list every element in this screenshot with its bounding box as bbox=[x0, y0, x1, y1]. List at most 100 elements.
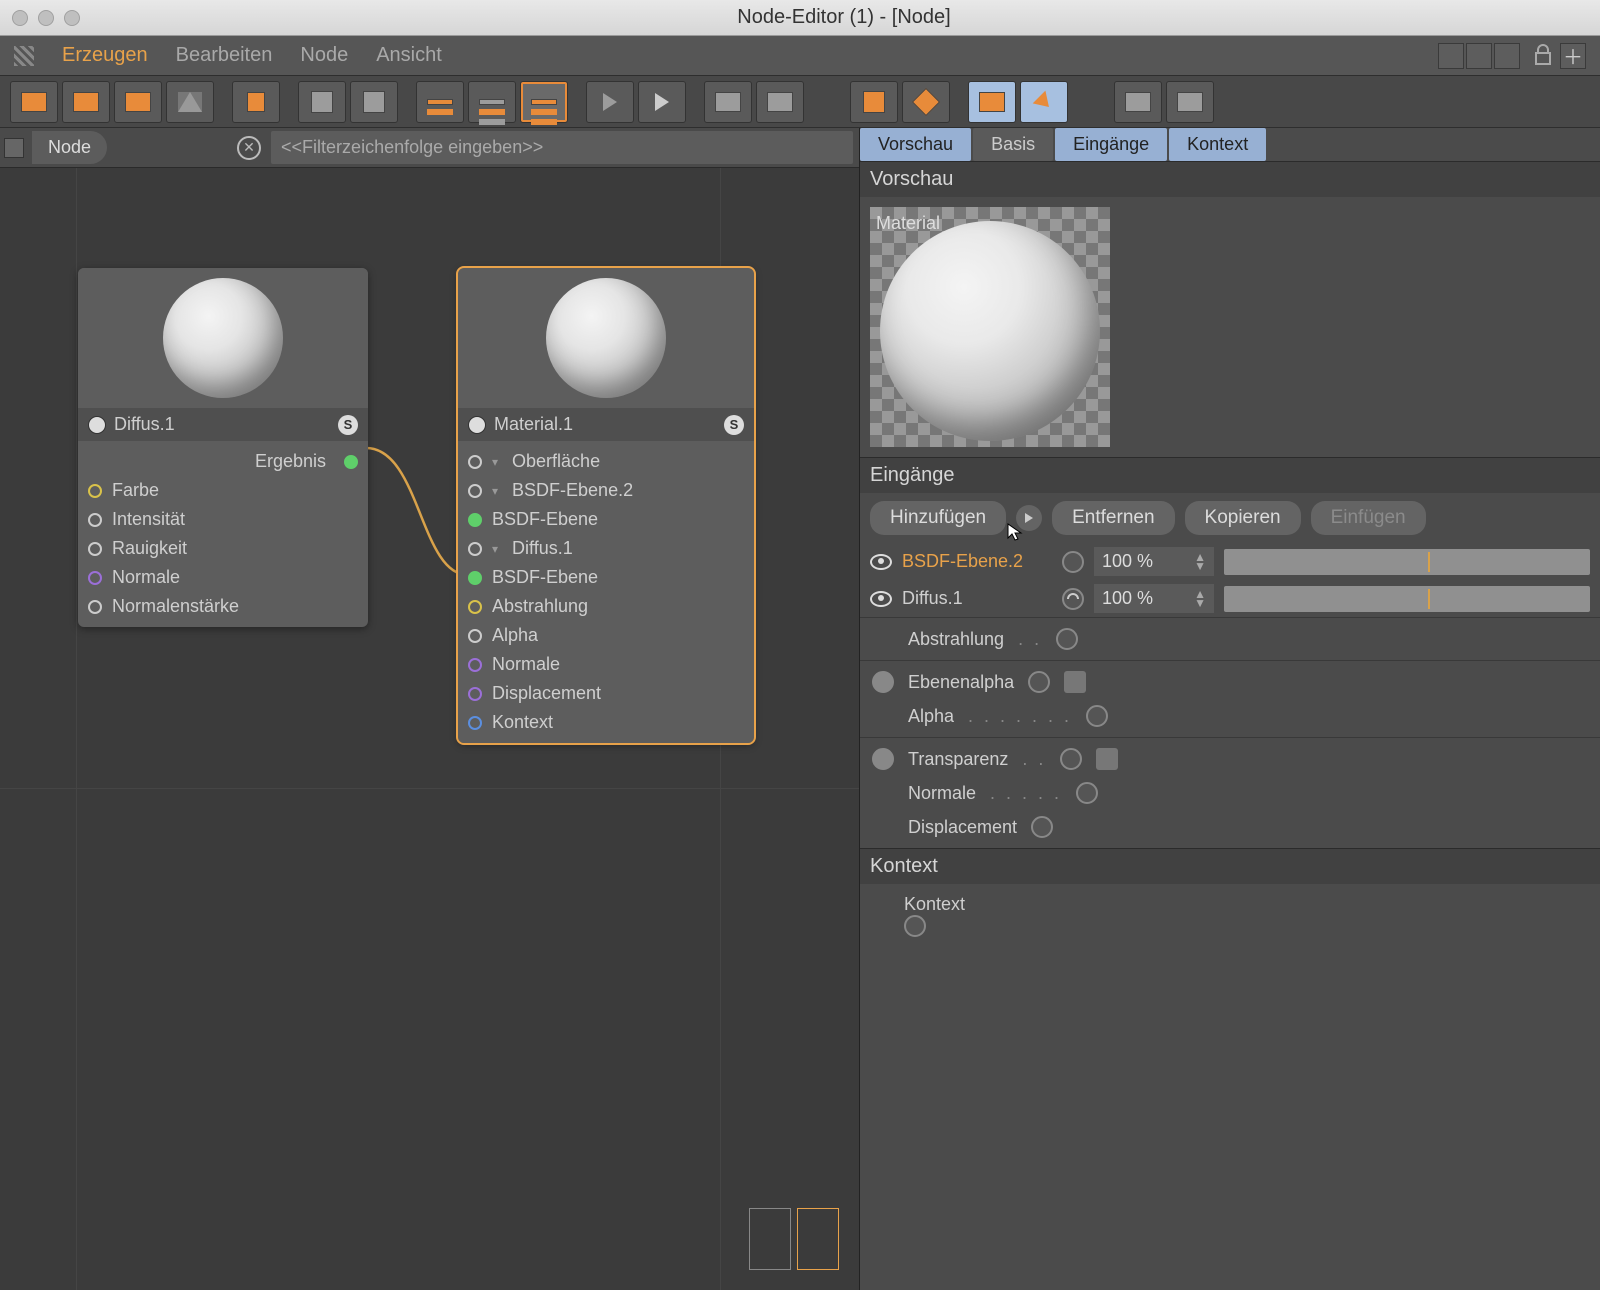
port-row[interactable]: Normale bbox=[458, 650, 754, 679]
solo-icon[interactable]: S bbox=[724, 415, 744, 435]
layout-3-icon[interactable] bbox=[1494, 43, 1520, 69]
visibility-icon[interactable] bbox=[870, 591, 892, 607]
tool-align-2-icon[interactable] bbox=[756, 81, 804, 123]
checkbox[interactable] bbox=[1096, 748, 1118, 770]
close-window-icon[interactable] bbox=[12, 10, 28, 26]
port-output[interactable]: Ergebnis bbox=[78, 447, 368, 476]
port-row[interactable]: ▾Oberfläche bbox=[458, 447, 754, 476]
percent-input[interactable]: 100 %▲▼ bbox=[1094, 584, 1214, 613]
port-rauigkeit[interactable]: Rauigkeit bbox=[78, 534, 368, 563]
lock-icon[interactable] bbox=[1532, 43, 1558, 69]
tool-nodes-b-icon[interactable] bbox=[350, 81, 398, 123]
tool-nodes-a-icon[interactable] bbox=[298, 81, 346, 123]
menu-ansicht[interactable]: Ansicht bbox=[376, 44, 442, 67]
tab-eingaenge[interactable]: Eingänge bbox=[1055, 128, 1167, 161]
node-diffus[interactable]: Diffus.1 S Ergebnis Farbe Intensität Rau… bbox=[78, 268, 368, 627]
port-row[interactable]: BSDF-Ebene bbox=[458, 505, 754, 534]
prop-normale[interactable]: Normale. . . . . bbox=[860, 776, 1600, 810]
node-canvas[interactable]: Diffus.1 S Ergebnis Farbe Intensität Rau… bbox=[0, 168, 859, 1290]
tool-3-icon[interactable] bbox=[114, 81, 162, 123]
tab-basis[interactable]: Basis bbox=[973, 128, 1053, 161]
material-preview: Material bbox=[870, 207, 1110, 447]
port-icon[interactable] bbox=[1060, 748, 1082, 770]
radio-icon[interactable] bbox=[872, 671, 894, 693]
breadcrumb[interactable]: Node bbox=[32, 131, 107, 164]
layout-1-icon[interactable] bbox=[1438, 43, 1464, 69]
slider[interactable] bbox=[1224, 586, 1590, 612]
port-normale[interactable]: Normale bbox=[78, 563, 368, 592]
port-farbe[interactable]: Farbe bbox=[78, 476, 368, 505]
port-icon[interactable] bbox=[1056, 628, 1078, 650]
port-row[interactable]: ▾BSDF-Ebene.2 bbox=[458, 476, 754, 505]
menu-erzeugen[interactable]: Erzeugen bbox=[62, 44, 148, 67]
prop-transparenz[interactable]: Transparenz. . bbox=[860, 742, 1600, 776]
tool-2-icon[interactable] bbox=[62, 81, 110, 123]
tab-vorschau[interactable]: Vorschau bbox=[860, 128, 971, 161]
port-row[interactable]: Displacement bbox=[458, 679, 754, 708]
tool-select-2-icon[interactable] bbox=[902, 81, 950, 123]
port-icon[interactable] bbox=[1076, 782, 1098, 804]
filter-input[interactable]: <<Filterzeichenfolge eingeben>> bbox=[271, 131, 853, 164]
port-row[interactable]: Alpha bbox=[458, 621, 754, 650]
prop-displacement[interactable]: Displacement bbox=[860, 810, 1600, 844]
sphere-icon bbox=[880, 221, 1100, 441]
tool-play-icon[interactable] bbox=[586, 81, 634, 123]
clear-filter-icon[interactable]: ✕ bbox=[237, 136, 261, 160]
port-icon[interactable] bbox=[904, 915, 926, 937]
remove-button[interactable]: Entfernen bbox=[1052, 501, 1174, 535]
minimap[interactable] bbox=[749, 1208, 839, 1270]
tool-flow-2-icon[interactable] bbox=[1166, 81, 1214, 123]
tool-align-1-icon[interactable] bbox=[704, 81, 752, 123]
tool-select-1-icon[interactable] bbox=[850, 81, 898, 123]
context-row[interactable]: Kontext bbox=[860, 884, 1600, 947]
prop-abstrahlung[interactable]: Abstrahlung. . bbox=[860, 622, 1600, 656]
checkbox[interactable] bbox=[1064, 671, 1086, 693]
tool-view-2-icon[interactable] bbox=[1020, 81, 1068, 123]
tool-flow-1-icon[interactable] bbox=[1114, 81, 1162, 123]
link-icon[interactable] bbox=[1062, 551, 1084, 573]
port-row[interactable]: Abstrahlung bbox=[458, 592, 754, 621]
node-type-icon bbox=[88, 416, 106, 434]
tool-list-1-icon[interactable] bbox=[416, 81, 464, 123]
port-intensitaet[interactable]: Intensität bbox=[78, 505, 368, 534]
tool-step-icon[interactable] bbox=[638, 81, 686, 123]
prop-alpha[interactable]: Alpha. . . . . . . bbox=[860, 699, 1600, 733]
tool-import-icon[interactable] bbox=[232, 81, 280, 123]
node-material[interactable]: Material.1 S ▾Oberfläche ▾BSDF-Ebene.2 B… bbox=[458, 268, 754, 743]
port-icon[interactable] bbox=[1031, 816, 1053, 838]
tool-list-3-icon[interactable] bbox=[520, 81, 568, 123]
copy-button[interactable]: Kopieren bbox=[1185, 501, 1301, 535]
tool-list-2-icon[interactable] bbox=[468, 81, 516, 123]
tool-4-icon[interactable] bbox=[166, 81, 214, 123]
link-icon[interactable] bbox=[1062, 588, 1084, 610]
add-button[interactable]: Hinzufügen bbox=[870, 501, 1006, 535]
slider[interactable] bbox=[1224, 549, 1590, 575]
input-row-diffus[interactable]: Diffus.1 100 %▲▼ bbox=[860, 580, 1600, 617]
menu-node[interactable]: Node bbox=[300, 44, 348, 67]
tab-kontext[interactable]: Kontext bbox=[1169, 128, 1266, 161]
mode-icon[interactable] bbox=[4, 138, 24, 158]
paste-button[interactable]: Einfügen bbox=[1311, 501, 1426, 535]
input-row-bsdf[interactable]: BSDF-Ebene.2 100 %▲▼ bbox=[860, 543, 1600, 580]
tool-1-icon[interactable] bbox=[10, 81, 58, 123]
port-icon[interactable] bbox=[1028, 671, 1050, 693]
solo-icon[interactable]: S bbox=[338, 415, 358, 435]
preview-label: Material bbox=[876, 213, 940, 234]
menu-bearbeiten[interactable]: Bearbeiten bbox=[176, 44, 273, 67]
port-row[interactable]: ▾Diffus.1 bbox=[458, 534, 754, 563]
port-normalenstaerke[interactable]: Normalenstärke bbox=[78, 592, 368, 621]
percent-input[interactable]: 100 %▲▼ bbox=[1094, 547, 1214, 576]
preview-box: Material bbox=[860, 197, 1600, 457]
port-row[interactable]: Kontext bbox=[458, 708, 754, 737]
port-row[interactable]: BSDF-Ebene bbox=[458, 563, 754, 592]
layout-2-icon[interactable] bbox=[1466, 43, 1492, 69]
port-icon[interactable] bbox=[1086, 705, 1108, 727]
minimize-window-icon[interactable] bbox=[38, 10, 54, 26]
radio-icon[interactable] bbox=[872, 748, 894, 770]
visibility-icon[interactable] bbox=[870, 554, 892, 570]
zoom-window-icon[interactable] bbox=[64, 10, 80, 26]
tool-view-1-icon[interactable] bbox=[968, 81, 1016, 123]
add-panel-icon[interactable]: ＋ bbox=[1560, 43, 1586, 69]
node-material-preview bbox=[458, 268, 754, 408]
prop-ebenenalpha[interactable]: Ebenenalpha bbox=[860, 665, 1600, 699]
